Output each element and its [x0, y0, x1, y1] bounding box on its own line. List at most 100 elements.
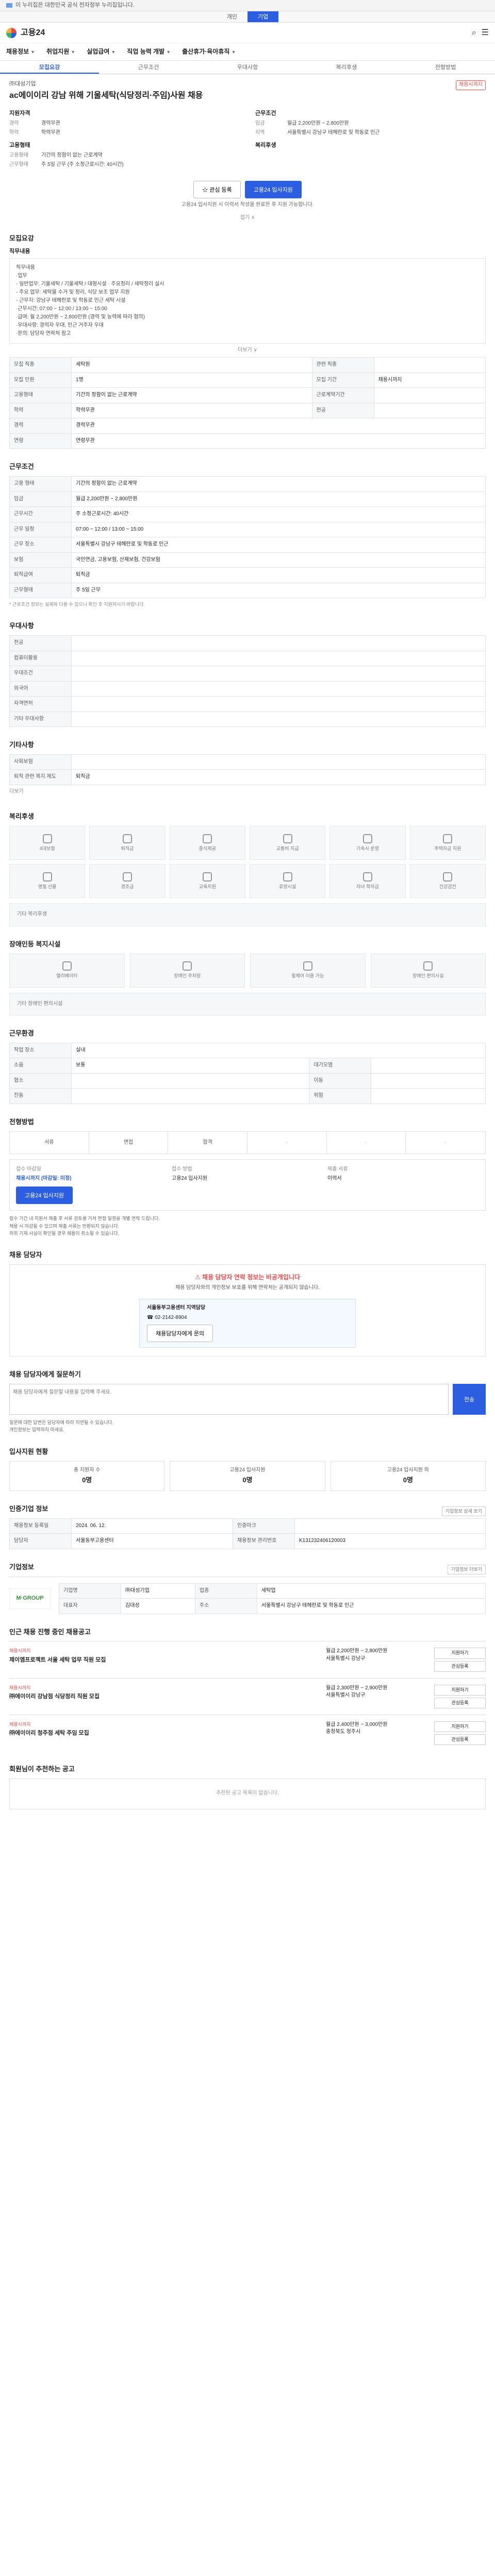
apply-notice: 고용24 입사지원 시 이력서 작성을 완료한 후 지원 가능합니다.: [181, 202, 314, 208]
flag-icon: [6, 3, 12, 8]
condolence-icon: [122, 872, 132, 882]
apply-info: 접수 마감일 채용시까지 (마감일: 미정) 고용24 입사지원 접수 방법 고…: [9, 1159, 486, 1211]
bookmark-button[interactable]: 관심등록: [434, 1660, 486, 1672]
tab-personal[interactable]: 개인: [217, 11, 248, 22]
chevron-down-icon: ▼: [71, 49, 76, 55]
housing-icon: [443, 834, 453, 843]
dorm-icon: [362, 834, 372, 843]
list-item[interactable]: 채용시까지 ㈜에이이리 강남점 식당정리 직원 모집 월급 2,300만원 ~ 2…: [9, 1677, 486, 1715]
section-worktime: 근무환경 작업 장소 실내 소음 보통 대기오염 협소 이동 진동 위험: [0, 1021, 495, 1109]
duty-description: 직무내용 ·업무 - 일반업무: 기울세탁 / 기울세탁 / 대형시설 · 주요…: [9, 258, 486, 344]
section-title: 모집요강: [9, 234, 34, 242]
gnb-item-support[interactable]: 취업지원 ▼: [46, 47, 75, 56]
fold-toggle[interactable]: 접기 ∧: [0, 214, 495, 222]
deadline-badge: 채용시까지: [456, 80, 486, 90]
welfare-item: 기숙사 운영: [329, 826, 406, 860]
accessibility-icon: [423, 961, 433, 971]
brand-logo-icon[interactable]: [6, 27, 16, 38]
gnb-item-leave[interactable]: 출산휴가·육아휴직 ▼: [182, 47, 236, 56]
step: -: [444, 1139, 447, 1145]
chevron-down-icon: ▼: [30, 49, 36, 55]
brand-name[interactable]: 고용24: [21, 27, 45, 39]
page-root: 이 누리집은 대한민국 공식 전자정부 누리집입니다. 개인 기업 고용24 ⌕…: [0, 0, 495, 1825]
section-stats: 입사지원 현황 총 지원자 수 0명 고용24 입사지원 0명 고용24 입사지원 …: [0, 1439, 495, 1496]
bookmark-button[interactable]: ☆ 관심 등록: [193, 181, 241, 198]
company-more-button[interactable]: 기업정보 더보기: [447, 1564, 486, 1574]
tab-prefer[interactable]: 우대사항: [198, 61, 297, 74]
company-name[interactable]: ㈜대성기업: [9, 80, 203, 89]
step: -: [248, 1131, 327, 1154]
gnb-item-jobs[interactable]: 채용정보 ▼: [6, 47, 35, 56]
star-icon: ☆: [202, 187, 210, 193]
section-qna: 채용 담당자에게 질문하기 전송 질문에 대한 답변은 담당자에 따라 지연될 …: [0, 1362, 495, 1439]
qna-form: 전송: [9, 1383, 486, 1415]
job-summary: 지원자격 경력 경력무관 학력 학력무관 근무조건 임금 월급 2,200만원 ~ 2…: [0, 105, 495, 174]
more-button[interactable]: 더보기 ∨: [9, 344, 486, 358]
alert-icon: ⚠: [194, 1274, 203, 1281]
global-nav: 채용정보 ▼ 취업지원 ▼ 실업급여 ▼ 직업 능력 개발 ▼ 출산휴가·육아휴직 ▼: [0, 43, 495, 61]
resort-icon: [283, 872, 292, 882]
list-item[interactable]: 채용시까지 ㈜에이이리 청주점 세탁 주임 모집 월급 2,400만원 ~ 3,0…: [9, 1714, 486, 1751]
tab-welfare[interactable]: 복리후생: [297, 61, 396, 74]
bookmark-button[interactable]: 관심등록: [434, 1734, 486, 1745]
tab-selection[interactable]: 전형방법: [396, 61, 495, 74]
step: 서류: [10, 1131, 89, 1154]
gnb-item-training[interactable]: 직업 능력 개발 ▼: [127, 47, 171, 56]
worktime-table: 작업 장소 실내 소음 보통 대기오염 협소 이동 진동 위험: [9, 1042, 486, 1104]
step: 합격: [168, 1131, 248, 1154]
chevron-down-icon: ▼: [166, 49, 171, 55]
tuition-icon: [362, 872, 372, 882]
summary-welfare: 복리후생: [255, 142, 276, 149]
stat-offline: 고용24 입사지원 외 0명: [330, 1461, 486, 1491]
apply-button[interactable]: 지원하기: [434, 1684, 486, 1696]
manager-card: 서울동부고용센터 지역담당 ☎ 02-2142-8904 채용담당자에게 문의: [139, 1299, 356, 1348]
section-prefer: 우대사항 전공 컴퓨터활용 우대조건 외국어 자격면허 기타 우대사항: [0, 613, 495, 732]
section-org: 인증기업 정보 기업정보 상세 보기 채용정보 등록일 2024. 06. 12.…: [0, 1496, 495, 1554]
welfare-grid: 4대보험 퇴직금 중식제공 교통비 지급 기숙사 운영 주택자금 지원 명절 선…: [9, 826, 486, 899]
send-button[interactable]: 전송: [453, 1383, 486, 1415]
step: -: [327, 1131, 406, 1154]
list-item[interactable]: 채용시까지 제이엠프로젝트 서울 세탁 업무 직원 모집 월급 2,200만원 ~…: [9, 1641, 486, 1677]
contact-manager-button[interactable]: 채용담당자에게 문의: [147, 1325, 213, 1343]
chevron-down-icon: ▼: [111, 49, 116, 55]
welfare-item: 경조금: [89, 864, 166, 899]
gov-banner-text: 이 누리집은 대한민국 공식 전자정부 누리집입니다.: [15, 2, 135, 8]
org-detail-button[interactable]: 기업정보 상세 보기: [441, 1506, 486, 1516]
section-manager: 채용 담당자 ⚠ 채용 담당자 연락 정보는 비공개입니다 채용 담당자와의 개…: [0, 1242, 495, 1362]
apply-button-2[interactable]: 고용24 입사지원: [16, 1187, 73, 1205]
disabled-grid: 엘리베이터 장애인 주차장 휠체어 이용 가능 장애인 편의시설: [9, 953, 486, 988]
step: 면접: [89, 1131, 169, 1154]
extra-more-button[interactable]: 더보기: [9, 785, 486, 799]
section-extra: 기타사항 사회보험 퇴직 관련 복지 제도 퇴직금 더보기: [0, 732, 495, 804]
apply-button[interactable]: 지원하기: [434, 1721, 486, 1732]
company-table: 기업명 ㈜대성기업 업종 세탁업 대표자 김대성 주소 서울특별시 강남구 테헤란로 및 학…: [59, 1583, 486, 1614]
transport-icon: [283, 834, 292, 843]
job-detail-tabs: 모집요강 근무조건 우대사항 복리후생 전형방법: [0, 61, 495, 74]
tab-recruit[interactable]: 모집요강: [0, 61, 99, 74]
welfare-item: 4대보험: [9, 826, 86, 860]
tab-enterprise[interactable]: 기업: [248, 11, 279, 22]
question-input[interactable]: [9, 1383, 449, 1415]
bookmark-button[interactable]: 관심등록: [434, 1697, 486, 1708]
facility-item: 장애인 편의시설: [370, 953, 486, 988]
summary-qual: 지원자격 경력 경력무관 학력 학력무관: [9, 110, 60, 135]
health-icon: [443, 872, 453, 882]
welfare-item: 휴양시설: [249, 864, 326, 899]
apply-button[interactable]: 고용24 입사지원: [244, 181, 302, 198]
summary-work: 근무조건 임금 월급 2,200만원 ~ 2,800만원 지역 서울특별시 강남구 …: [255, 110, 380, 135]
welfare-item: 명절 선물: [9, 864, 86, 899]
stat-online: 고용24 입사지원 0명: [170, 1461, 325, 1491]
facility-item: 장애인 주차장: [129, 953, 245, 988]
tab-conditions[interactable]: 근무조건: [99, 61, 198, 74]
menu-icon[interactable]: ☰: [482, 27, 489, 39]
elevator-icon: [62, 961, 72, 971]
apply-button[interactable]: 지원하기: [434, 1648, 486, 1659]
section-conditions: 근무조건 고용 형태 기간의 정함이 없는 근로계약 임금 월급 2,200만원 ~…: [0, 454, 495, 613]
welfare-item: 중식제공: [169, 826, 245, 860]
gov-banner: 이 누리집은 대한민국 공식 전자정부 누리집입니다.: [0, 0, 495, 11]
welfare-item: 교통비 지급: [249, 826, 326, 860]
facility-item: 휠체어 이용 가능: [250, 953, 366, 988]
gnb-item-benefit[interactable]: 실업급여 ▼: [87, 47, 116, 56]
welfare-item: 주택자금 지원: [409, 826, 486, 860]
search-icon[interactable]: ⌕: [472, 27, 476, 39]
